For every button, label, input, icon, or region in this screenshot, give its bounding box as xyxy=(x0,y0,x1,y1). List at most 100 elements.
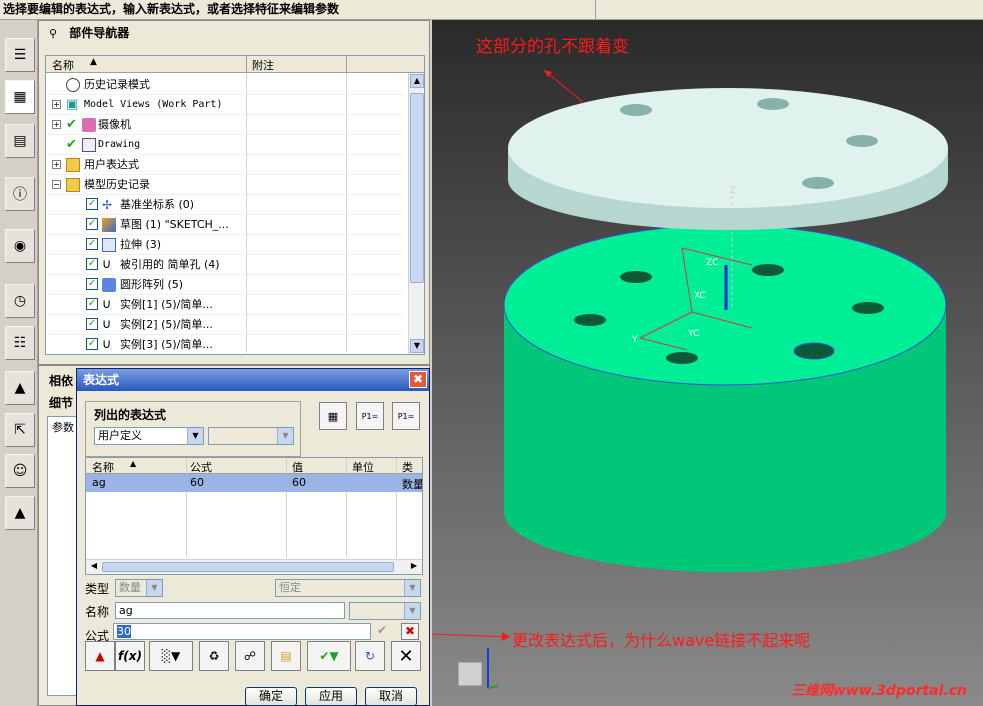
apply-button[interactable]: 应用 xyxy=(305,687,357,706)
tree-row[interactable]: ✓ 圆形阵列 (5) xyxy=(46,275,404,295)
function-button[interactable]: f(x) xyxy=(115,641,145,671)
top-disc xyxy=(508,88,948,230)
export-expressions-button[interactable]: P1= xyxy=(392,402,420,430)
ok-button[interactable]: 确定 xyxy=(245,687,297,706)
tree-row[interactable]: ✓ 拉伸 (3) xyxy=(46,235,404,255)
column-name[interactable]: 名称 xyxy=(52,57,74,73)
checkbox-icon[interactable]: ✓ xyxy=(86,278,98,290)
folder-icon xyxy=(66,158,80,172)
tree-row[interactable]: ✓ ∪ 实例[3] (5)/简单... xyxy=(46,335,404,354)
checkbox-icon[interactable]: ✓ xyxy=(86,218,98,230)
tree-row[interactable]: ✓ ∪ 被引用的 简单孔 (4) xyxy=(46,255,404,275)
create-expression-button[interactable]: ✔▼ xyxy=(307,641,351,671)
hscroll-thumb[interactable] xyxy=(102,562,394,572)
tree-row[interactable]: ✓ ✢ 基准坐标系 (0) xyxy=(46,195,404,215)
checkbox-icon[interactable]: ✓ xyxy=(86,258,98,270)
expand-icon[interactable]: + xyxy=(52,160,61,169)
triangle-up-icon: ▲ xyxy=(95,649,105,663)
col-formula[interactable]: 公式 xyxy=(190,459,212,475)
reuse-library-icon[interactable]: ▤ xyxy=(5,124,35,158)
tree-row[interactable]: ✓ ∪ 实例[1] (5)/简单... xyxy=(46,295,404,315)
col-name[interactable]: 名称 xyxy=(92,459,114,475)
graphics-window[interactable]: Z ZC XC YC Y 这部分的孔不跟着变 更改表达式后，为什么wave链接不… xyxy=(432,20,983,706)
tree-row[interactable]: − 模型历史记录 xyxy=(46,175,404,195)
checkbox-icon[interactable]: ✓ xyxy=(86,338,98,350)
tree-row[interactable]: ✓ 草图 (1) "SKETCH_... xyxy=(46,215,404,235)
expand-icon[interactable]: + xyxy=(52,120,61,129)
process-studio-icon[interactable]: ⇱ xyxy=(5,413,35,447)
cancel-button[interactable]: 取消 xyxy=(365,687,417,706)
close-icon[interactable]: ✖ xyxy=(409,371,427,388)
pin-icon[interactable]: ⚲ xyxy=(49,22,65,46)
templates-icon[interactable]: ☷ xyxy=(5,326,35,360)
tree-row[interactable]: + 用户表达式 xyxy=(46,155,404,175)
checkbox-icon[interactable]: ✓ xyxy=(86,198,98,210)
scroll-down-icon[interactable]: ▼ xyxy=(410,339,424,353)
collapse-icon[interactable]: − xyxy=(52,180,61,189)
roles-icon[interactable]: ☺ xyxy=(5,454,35,488)
column-attachment[interactable]: 附注 xyxy=(252,57,274,73)
sort-button[interactable]: ▲ xyxy=(85,641,115,671)
clock-icon xyxy=(66,78,80,92)
delete-button[interactable]: ✕ xyxy=(391,641,421,671)
list-filter-select[interactable]: 用户定义 ▼ xyxy=(94,427,204,445)
scroll-right-icon[interactable]: ▶ xyxy=(407,561,421,573)
spreadsheet-edit-button[interactable]: ▦ xyxy=(319,402,347,430)
cell-formula: 60 xyxy=(190,476,204,489)
table-row[interactable]: ag 60 60 数量 xyxy=(86,474,422,492)
table-hscrollbar[interactable]: ◀ ▶ xyxy=(86,559,422,574)
system-scenes-icon[interactable]: ▲ xyxy=(5,496,35,530)
svg-text:Y: Y xyxy=(631,335,638,345)
tree-row[interactable]: ✔ Drawing xyxy=(46,135,404,155)
measure-button[interactable]: ░▼ xyxy=(149,641,193,671)
column-divider xyxy=(186,458,187,558)
web-browser-icon[interactable]: ◉ xyxy=(5,229,35,263)
history-icon[interactable]: ◷ xyxy=(5,284,35,318)
status-message: 选择要编辑的表达式，输入新表达式，或者选择特征来编辑参数 xyxy=(3,2,340,16)
chevron-down-icon: ▼ xyxy=(404,580,420,596)
annotation-bottom: 更改表达式后，为什么wave链接不起来呢 xyxy=(512,631,811,650)
scroll-up-icon[interactable]: ▲ xyxy=(410,74,424,88)
name-value: ag xyxy=(119,604,133,617)
expand-icon[interactable]: + xyxy=(52,100,61,109)
scroll-left-icon[interactable]: ◀ xyxy=(87,561,101,573)
listed-expressions-group: 列出的表达式 用户定义 ▼ ▼ xyxy=(85,401,301,457)
row-label: 实例[1] (5)/简单... xyxy=(120,298,213,311)
dependencies-tab[interactable]: 相依 xyxy=(49,372,73,389)
part-navigator: ⚲ 部件导航器 名称 ▲ 附注 历史记录模式 + ▣ Model Views (… xyxy=(38,20,430,365)
tree-row[interactable]: ✓ ∪ 实例[2] (5)/简单... xyxy=(46,315,404,335)
col-value[interactable]: 值 xyxy=(292,459,303,475)
open-file-button[interactable]: ▤ xyxy=(271,641,301,671)
row-label: Drawing xyxy=(98,139,141,150)
link-expression-button[interactable]: ♻ xyxy=(199,641,229,671)
part-navigator-icon[interactable]: ▦ xyxy=(5,80,35,114)
import-expressions-button[interactable]: P1= xyxy=(356,402,384,430)
name-input[interactable]: ag xyxy=(115,602,345,619)
formula-value: 30 xyxy=(117,625,131,638)
assembly-navigator-icon[interactable]: ☰ xyxy=(5,38,35,72)
chevron-down-icon: ▼ xyxy=(187,428,203,444)
interpart-reference-button[interactable]: ☍ xyxy=(235,641,265,671)
tree-scrollbar[interactable]: ▲ ▼ xyxy=(408,73,424,354)
formula-input[interactable]: 30 xyxy=(113,623,371,640)
tree-row[interactable]: + ✔ 摄像机 xyxy=(46,115,404,135)
accept-edit-icon[interactable]: ✔ xyxy=(373,623,391,640)
tree-row[interactable]: 历史记录模式 xyxy=(46,75,404,95)
refresh-button[interactable]: ↻ xyxy=(355,641,385,671)
checkbox-icon[interactable]: ✓ xyxy=(86,238,98,250)
scroll-thumb[interactable] xyxy=(410,93,424,283)
col-unit[interactable]: 单位 xyxy=(352,459,374,475)
reject-edit-icon[interactable]: ✖ xyxy=(401,623,419,640)
tree-row[interactable]: + ▣ Model Views (Work Part) xyxy=(46,95,404,115)
row-label: 实例[2] (5)/简单... xyxy=(120,318,213,331)
chevron-down-icon: ▼ xyxy=(146,580,162,596)
palette-icon[interactable]: ▲ xyxy=(5,371,35,405)
datum-csys-icon: ✢ xyxy=(102,198,113,212)
dialog-titlebar[interactable]: 表达式 ✖ xyxy=(77,369,429,391)
svg-text:XC: XC xyxy=(694,291,706,301)
column-divider xyxy=(286,458,287,558)
checkbox-icon[interactable]: ✓ xyxy=(86,318,98,330)
info-icon[interactable]: ⓘ xyxy=(5,177,35,211)
details-tab[interactable]: 细节 xyxy=(49,394,73,411)
checkbox-icon[interactable]: ✓ xyxy=(86,298,98,310)
